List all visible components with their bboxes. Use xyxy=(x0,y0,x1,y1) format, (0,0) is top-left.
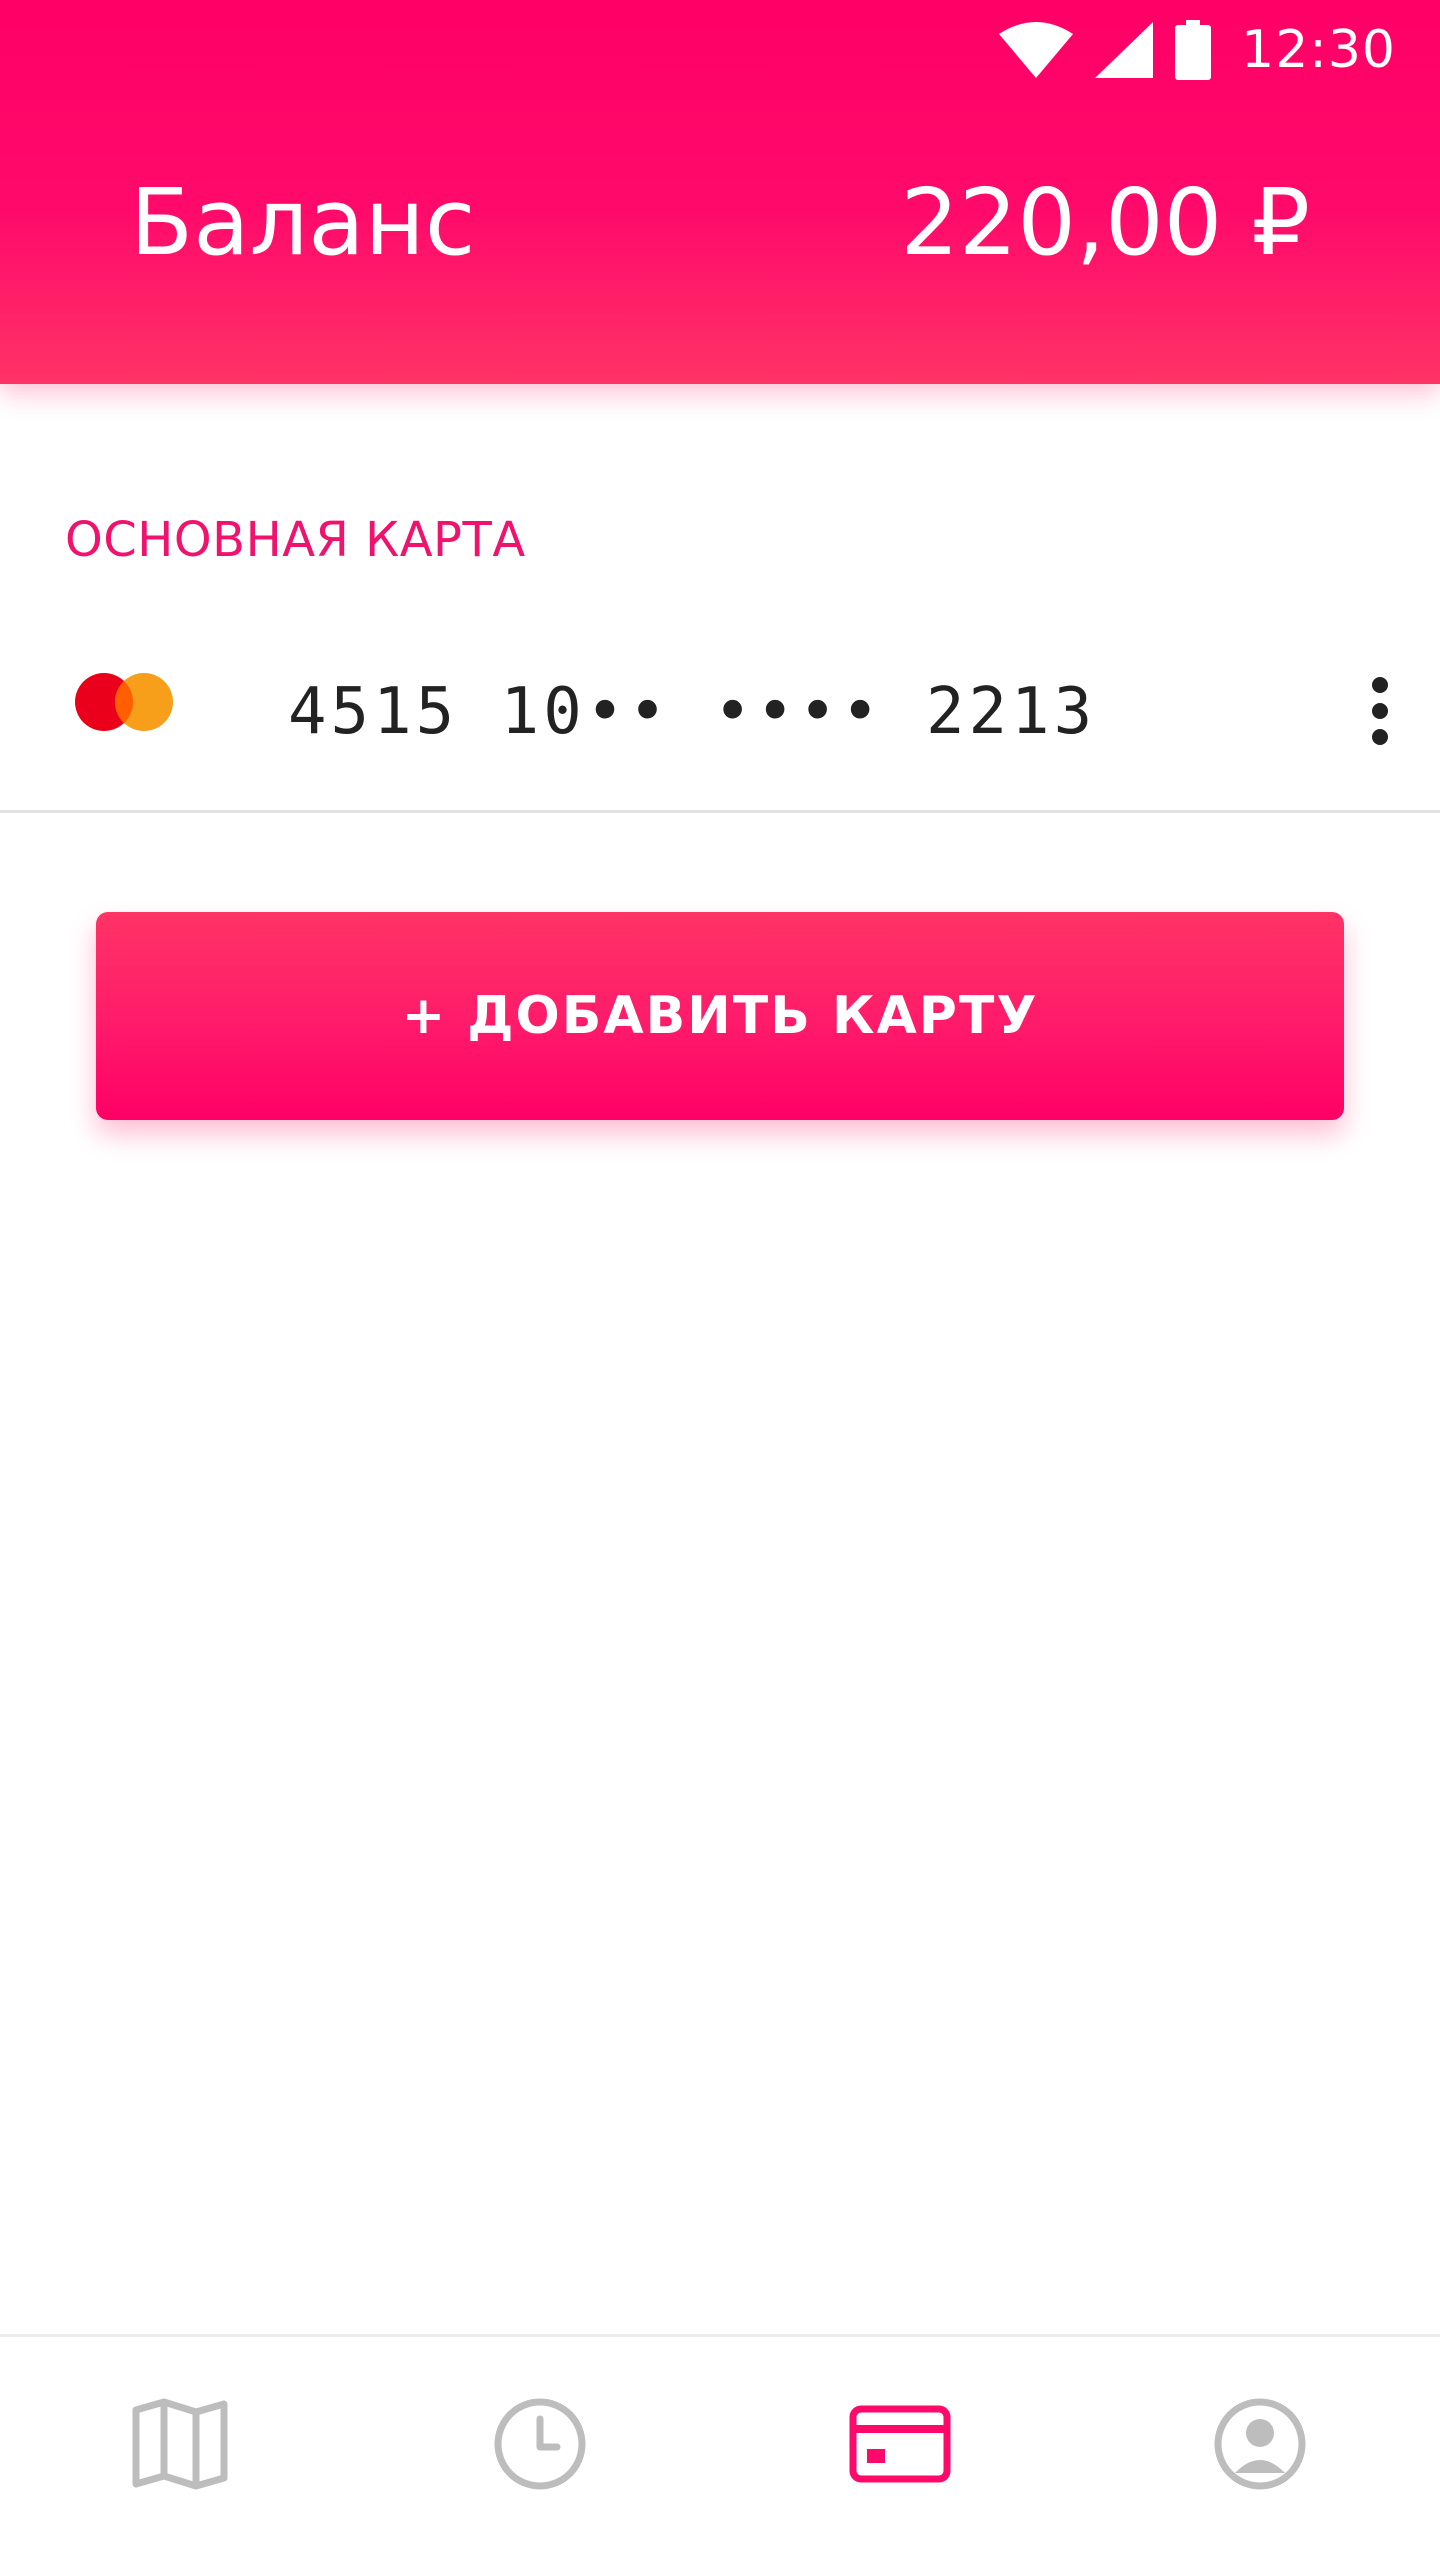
nav-item-map[interactable] xyxy=(0,2337,360,2560)
balance-amount: 220,00 ₽ xyxy=(900,169,1310,276)
signal-icon xyxy=(1095,22,1154,78)
mastercard-icon xyxy=(74,670,174,734)
status-bar: 12:30 xyxy=(999,14,1396,86)
main-card-section-title: ОСНОВНАЯ КАРТА xyxy=(65,512,526,568)
balance-label: Баланс xyxy=(130,169,476,276)
card-list-item[interactable]: 4515 10•• •••• 2213 xyxy=(0,630,1440,813)
card-number: 4515 10•• •••• 2213 xyxy=(288,675,1097,749)
battery-icon xyxy=(1175,20,1212,80)
clock-icon xyxy=(493,2397,587,2491)
profile-icon xyxy=(1213,2397,1307,2491)
card-icon xyxy=(849,2405,951,2483)
map-icon xyxy=(132,2398,228,2490)
nav-item-profile[interactable] xyxy=(1080,2337,1440,2560)
more-vertical-icon[interactable] xyxy=(1350,668,1410,754)
wifi-icon xyxy=(999,22,1074,78)
payment-screen: 12:30 Баланс 220,00 ₽ ОСНОВНАЯ КАРТА 451… xyxy=(0,0,1440,2560)
add-card-button[interactable]: + ДОБАВИТЬ КАРТУ xyxy=(96,912,1344,1120)
status-time: 12:30 xyxy=(1241,20,1396,80)
balance-header: 12:30 Баланс 220,00 ₽ xyxy=(0,0,1440,384)
nav-item-history[interactable] xyxy=(360,2337,720,2560)
bottom-navigation xyxy=(0,2334,1440,2560)
nav-item-cards[interactable] xyxy=(720,2337,1080,2560)
